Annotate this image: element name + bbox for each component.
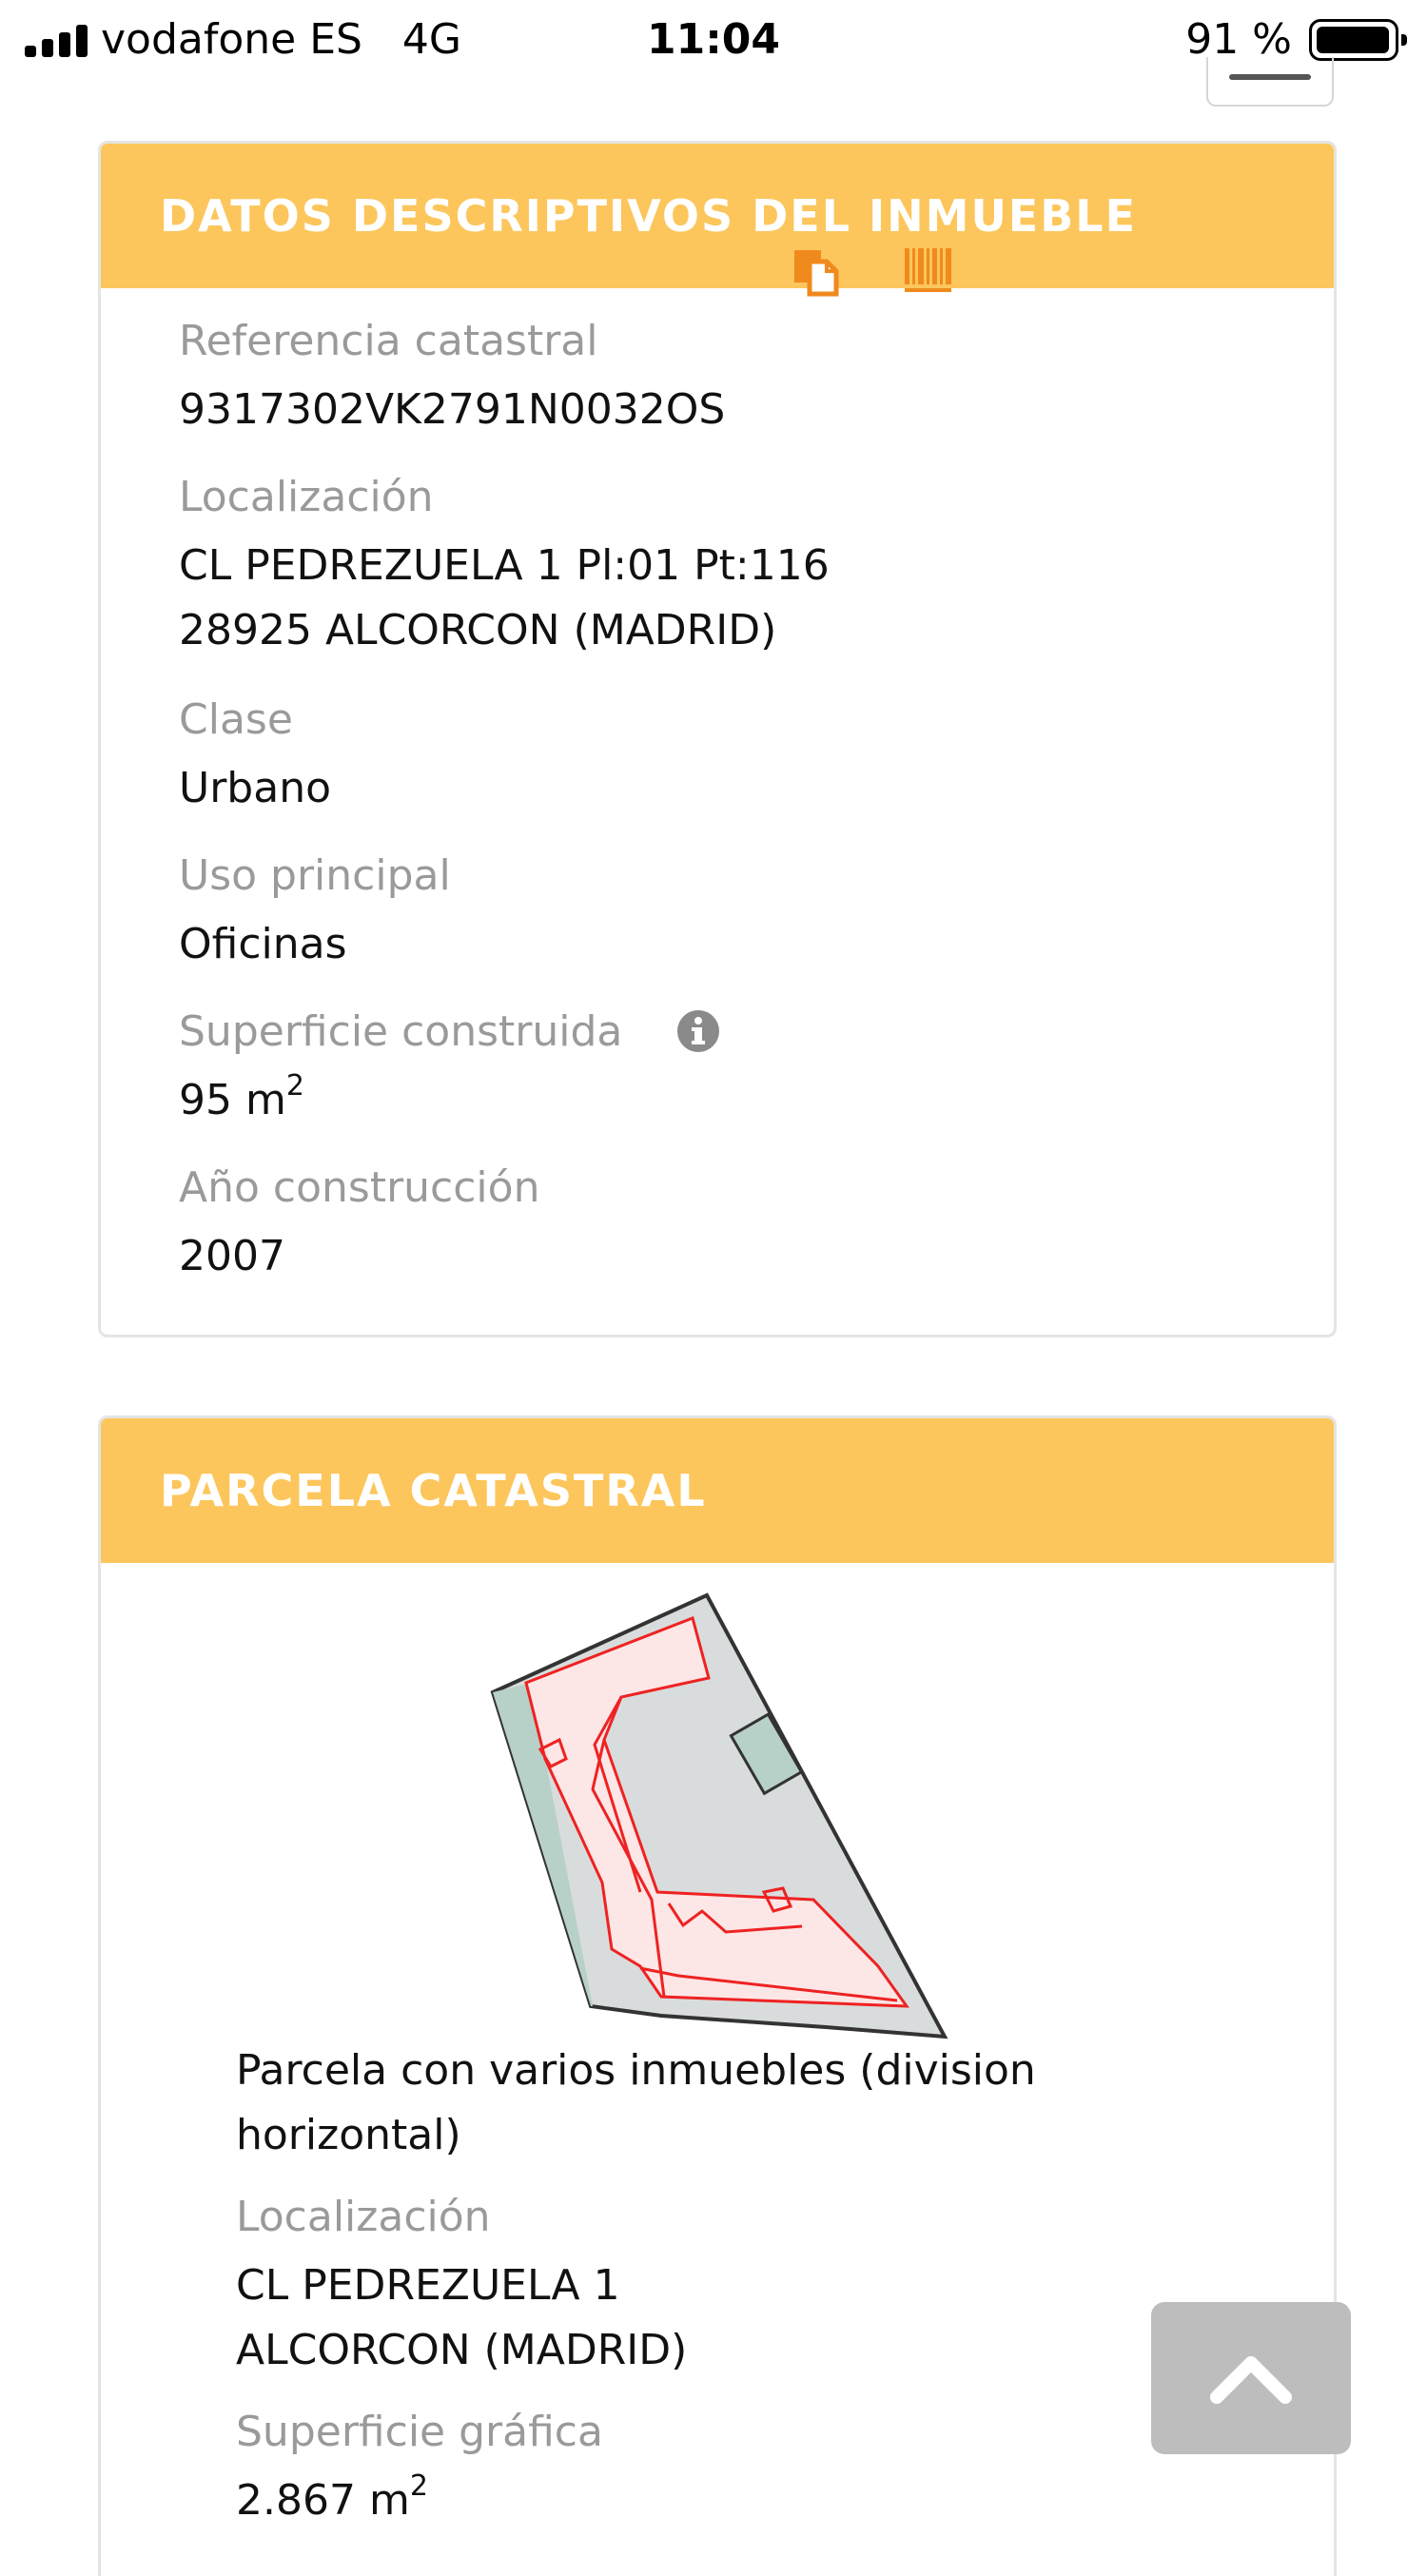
scroll-to-top-button[interactable]: [1151, 2302, 1351, 2454]
chevron-up-icon: [1210, 2356, 1292, 2404]
section-title: DATOS DESCRIPTIVOS DEL INMUEBLE: [160, 190, 1138, 242]
construction-year-value: 2007: [179, 1232, 285, 1280]
parcel-map-image[interactable]: [488, 1588, 964, 2044]
card-header: DATOS DESCRIPTIVOS DEL INMUEBLE: [101, 144, 1334, 288]
section-title: PARCELA CATASTRAL: [160, 1465, 707, 1516]
battery-icon: [1309, 19, 1407, 61]
descriptive-data-card: DATOS DESCRIPTIVOS DEL INMUEBLE Referenc…: [98, 141, 1337, 1337]
main-use-value: Oficinas: [179, 920, 347, 968]
barcode-icon[interactable]: [903, 244, 954, 296]
cadastral-reference-label: Referencia catastral: [179, 317, 598, 365]
built-area-value: 95 m2: [179, 1072, 304, 1129]
parcel-location-label: Localización: [236, 2193, 491, 2241]
card-header: PARCELA CATASTRAL: [101, 1418, 1334, 1563]
class-label: Clase: [179, 695, 293, 744]
info-icon[interactable]: [676, 1009, 720, 1053]
location-line2: 28925 ALCORCON (MADRID): [179, 606, 777, 654]
menu-handle-button[interactable]: [1206, 57, 1334, 107]
graphic-area-label: Superficie gráfica: [236, 2408, 603, 2456]
class-value: Urbano: [179, 764, 331, 812]
parcel-description-line1: Parcela con varios inmuebles (division: [236, 2046, 1036, 2095]
graphic-area-value: 2.867 m2: [236, 2472, 428, 2529]
main-use-label: Uso principal: [179, 851, 451, 900]
parcel-location-line2: ALCORCON (MADRID): [236, 2326, 688, 2374]
location-label: Localización: [179, 473, 434, 521]
cadastral-reference-value: 9317302VK2791N0032OS: [179, 385, 726, 434]
construction-year-label: Año construcción: [179, 1163, 540, 1212]
parcel-description-line2: horizontal): [236, 2111, 461, 2159]
location-line1: CL PEDREZUELA 1 Pl:01 Pt:116: [179, 541, 830, 590]
graphic-area-number: 2.867 m: [236, 2476, 410, 2525]
copy-icon[interactable]: [792, 246, 840, 298]
built-area-exponent: 2: [285, 1069, 304, 1103]
built-area-number: 95 m: [179, 1076, 286, 1124]
built-area-label: Superficie construida: [179, 1007, 623, 1056]
parcel-location-line1: CL PEDREZUELA 1: [236, 2261, 620, 2310]
graphic-area-exponent: 2: [409, 2469, 428, 2503]
